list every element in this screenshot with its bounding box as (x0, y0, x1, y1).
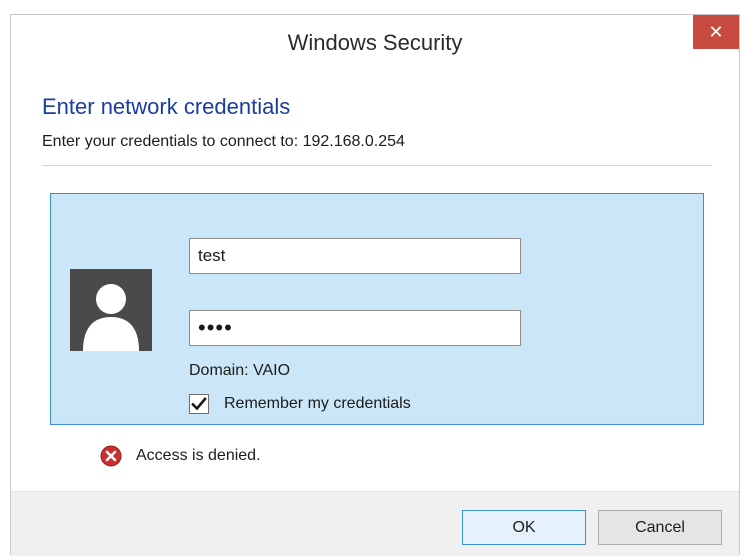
credential-tile: Domain: VAIO Remember my credentials (50, 193, 704, 425)
domain-label: Domain: VAIO (189, 362, 291, 379)
dialog-subheading: Enter your credentials to connect to: 19… (42, 133, 405, 150)
user-avatar-icon (70, 269, 152, 351)
separator (42, 165, 712, 166)
title-bar[interactable]: Windows Security ✕ (11, 15, 739, 65)
error-text: Access is denied. (136, 447, 261, 464)
error-message: Access is denied. (100, 445, 261, 467)
checkmark-icon (191, 397, 207, 411)
windows-security-dialog: Windows Security ✕ Enter network credent… (10, 14, 740, 556)
remember-credentials-checkbox[interactable] (189, 394, 209, 414)
username-field[interactable] (189, 238, 521, 274)
remember-credentials-option[interactable]: Remember my credentials (189, 391, 411, 417)
password-field[interactable] (189, 310, 521, 346)
screen: Windows Security ✕ Enter network credent… (0, 0, 744, 559)
button-bar: OK Cancel (11, 491, 739, 556)
error-icon (100, 445, 122, 467)
dialog-heading: Enter network credentials (42, 94, 291, 119)
window-title: Windows Security (287, 30, 463, 55)
ok-button[interactable]: OK (462, 510, 586, 545)
cancel-button[interactable]: Cancel (598, 510, 722, 545)
close-icon: ✕ (708, 22, 724, 42)
close-button[interactable]: ✕ (693, 15, 739, 49)
remember-credentials-label: Remember my credentials (224, 395, 411, 412)
